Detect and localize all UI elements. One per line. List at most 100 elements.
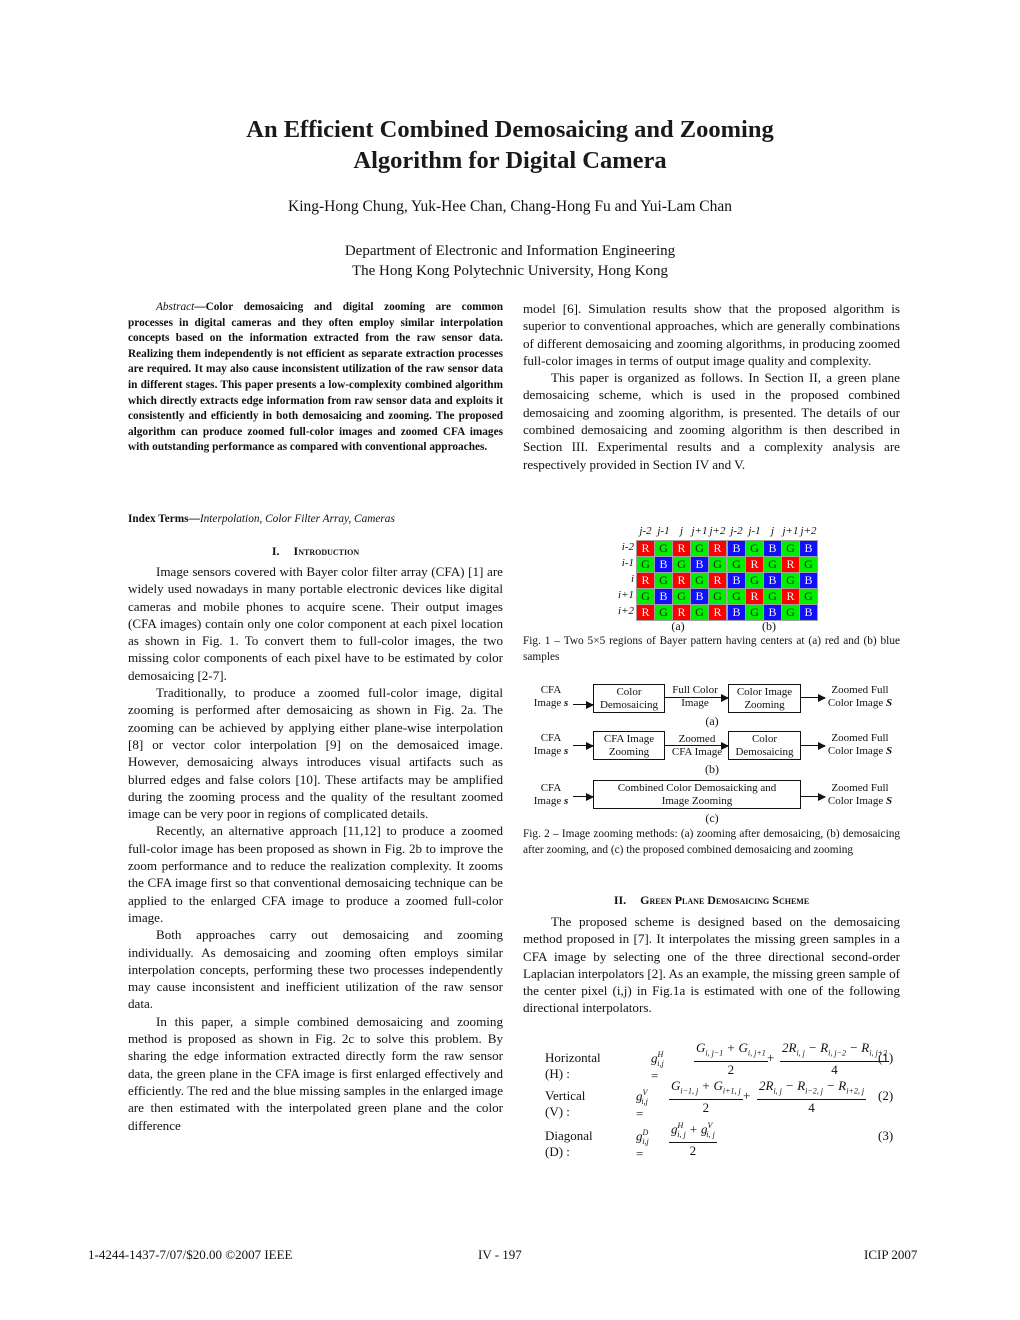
- bayer-cell-a-0-0: R: [637, 541, 654, 556]
- paragraph: Recently, an alternative approach [11,12…: [128, 823, 503, 925]
- section-heading-green-plane: II. Green Plane Demosaicing Scheme: [523, 892, 900, 909]
- bayer-cell-b-1-3: R: [782, 557, 799, 572]
- box-cfa-image-zooming: CFA Image Zooming: [593, 731, 665, 760]
- right-column-continuation: model [6]. Simulation results show that …: [523, 300, 900, 473]
- affiliation-line-2: The Hong Kong Polytechnic University, Ho…: [351, 263, 669, 279]
- box-color-demosaicing: Color Demosaicing: [593, 684, 665, 713]
- bayer-cell-a-2-3: G: [691, 573, 708, 588]
- bayer-cell-b-0-1: G: [746, 541, 763, 556]
- bayer-cell-a-1-2: G: [673, 557, 690, 572]
- bayer-cell-b-1-4: G: [800, 557, 817, 572]
- bayer-cell-b-2-2: B: [764, 573, 781, 588]
- section-2-body: The proposed scheme is designed based on…: [523, 913, 900, 1017]
- output-label: Zoomed Full Color Image S: [827, 684, 893, 709]
- bayer-cell-b-2-4: B: [800, 573, 817, 588]
- input-label: CFA Image s: [533, 732, 569, 757]
- title-line-1: An Efficient Combined Demosaicing and Zo…: [246, 116, 774, 143]
- bayer-cell-a-3-2: G: [673, 589, 690, 604]
- equation-1-number: (1): [878, 1050, 894, 1065]
- equation-1-term-2: 2Ri, j − Ri, j−2 − Ri, j+2 4: [780, 1040, 890, 1077]
- bayer-cell-a-0-1: G: [655, 541, 672, 556]
- column-label: j-1: [748, 525, 761, 537]
- column-label: j-1: [657, 525, 670, 537]
- bayer-cell-a-0-4: R: [709, 541, 726, 556]
- paper-title: An Efficient Combined Demosaicing and Zo…: [0, 114, 1020, 176]
- figure-2-caption: Fig. 2 – Image zooming methods: (a) zoom…: [523, 828, 900, 856]
- paragraph: The proposed scheme is designed based on…: [523, 914, 900, 1016]
- equation-3-term-1: gHi, j + gVi, j2: [669, 1118, 717, 1158]
- title-line-2: Algorithm for Digital Camera: [353, 147, 667, 174]
- bayer-cell-b-0-3: G: [782, 541, 799, 556]
- intermediate-label: Full Color Image: [672, 684, 718, 709]
- bayer-grid-b: BGBGBGRGRGBGBGBGRGRGBGBGB: [727, 540, 818, 621]
- index-terms-value: Interpolation, Color Filter Array, Camer…: [199, 513, 395, 525]
- bayer-cell-b-3-4: G: [800, 589, 817, 604]
- bayer-cell-a-3-0: G: [637, 589, 654, 604]
- bayer-cell-a-1-4: G: [709, 557, 726, 572]
- paragraph: This paper is organized as follows. In S…: [523, 370, 900, 472]
- bayer-cell-b-2-0: B: [728, 573, 745, 588]
- plus-sign: +: [767, 1050, 775, 1065]
- column-labels-b: j-2 j-1 j j+1 j+2: [728, 524, 817, 539]
- index-terms: Index Terms—Interpolation, Color Filter …: [128, 511, 503, 528]
- subfigure-label-c: (c): [705, 811, 719, 825]
- row-labels: i-2 i-1 i i+1 i+2: [612, 540, 634, 619]
- equation-3-lhs: gDi,j =: [636, 1128, 649, 1161]
- output-label: Zoomed Full Color Image S: [827, 732, 893, 757]
- input-label: CFA Image s: [533, 782, 569, 807]
- paragraph: Traditionally, to produce a zoomed full-…: [128, 685, 503, 822]
- row-label: i+2: [618, 605, 634, 617]
- bayer-cell-b-2-1: G: [746, 573, 763, 588]
- equation-3-label: Diagonal (D) :: [545, 1128, 593, 1159]
- box-combined-demosaicking-zooming: Combined Color Demosaicking and Image Zoo…: [593, 780, 801, 809]
- bayer-cell-a-2-4: R: [709, 573, 726, 588]
- bayer-cell-a-2-0: R: [637, 573, 654, 588]
- bayer-cell-a-3-4: G: [709, 589, 726, 604]
- subfigure-label-a: (a): [705, 714, 719, 728]
- paragraph: In this paper, a simple combined demosai…: [128, 1013, 503, 1133]
- bayer-cell-b-4-3: G: [782, 605, 799, 620]
- bayer-cell-a-2-1: G: [655, 573, 672, 588]
- equation-2-term-1: Gi−1, j + Gi+1, j2: [669, 1078, 743, 1115]
- abstract-text: Color demosaicing and digital zooming ar…: [128, 301, 503, 454]
- input-label: CFA Image s: [533, 684, 569, 709]
- paragraph: Image sensors covered with Bayer color f…: [128, 564, 503, 683]
- bayer-cell-a-1-3: B: [691, 557, 708, 572]
- paragraph: Both approaches carry out demosaicing an…: [128, 927, 503, 1012]
- bayer-cell-b-0-4: B: [800, 541, 817, 556]
- bayer-cell-a-0-2: R: [673, 541, 690, 556]
- figure-1-caption: Fig. 1 – Two 5×5 regions of Bayer patter…: [523, 635, 900, 663]
- column-labels-a: j-2 j-1 j j+1 j+2: [637, 524, 726, 539]
- bayer-cell-b-3-1: R: [746, 589, 763, 604]
- bayer-cell-a-3-1: B: [655, 589, 672, 604]
- row-label: i-1: [621, 557, 634, 569]
- column-label: j: [770, 525, 775, 537]
- bayer-cell-b-2-3: G: [782, 573, 799, 588]
- affiliation: Department of Electronic and Information…: [0, 241, 1020, 281]
- subfigure-label-a: (a): [671, 619, 685, 633]
- bayer-cell-b-0-2: B: [764, 541, 781, 556]
- bayer-cell-a-2-2: R: [673, 573, 690, 588]
- section-heading-introduction: I. Introduction: [128, 543, 503, 560]
- bayer-cell-b-3-2: G: [764, 589, 781, 604]
- bayer-cell-a-1-1: B: [655, 557, 672, 572]
- column-label: j+1: [782, 525, 799, 537]
- introduction-body: Image sensors covered with Bayer color f…: [128, 563, 503, 1134]
- bayer-cell-a-4-2: R: [673, 605, 690, 620]
- equation-3-number: (3): [878, 1128, 894, 1143]
- bayer-cell-b-4-4: B: [800, 605, 817, 620]
- output-label: Zoomed Full Color Image S: [827, 782, 893, 807]
- bayer-cell-b-1-0: G: [728, 557, 745, 572]
- bayer-cell-b-3-3: R: [782, 589, 799, 604]
- abstract-dash: —: [194, 301, 206, 313]
- column-label: j-2: [639, 525, 652, 537]
- paragraph: model [6]. Simulation results show that …: [523, 301, 900, 368]
- abstract-lead: Abstract: [156, 301, 195, 313]
- bayer-cell-a-0-3: G: [691, 541, 708, 556]
- arrow: [573, 699, 594, 710]
- section-number: II.: [613, 893, 627, 907]
- bayer-cell-a-1-0: G: [637, 557, 654, 572]
- column-label: j+2: [800, 525, 817, 537]
- bayer-cell-b-1-2: G: [764, 557, 781, 572]
- equation-2-term-2: 2Ri, j − Ri−2, j − Ri+2, j4: [757, 1078, 867, 1115]
